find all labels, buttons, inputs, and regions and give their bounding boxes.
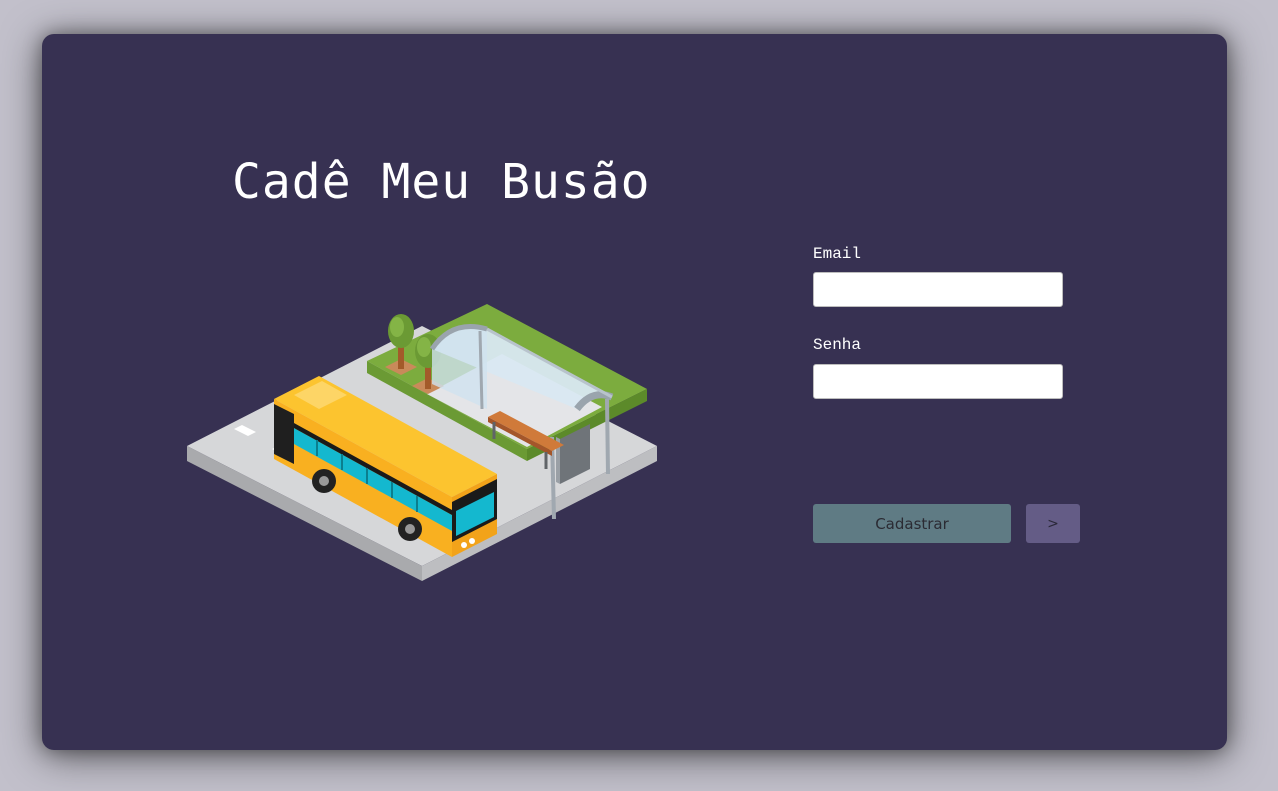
app-title: Cadê Meu Busão (232, 154, 651, 210)
bus-stop-illustration (187, 304, 657, 581)
login-form: Email Senha Cadastrar > (813, 34, 1113, 750)
next-button[interactable]: > (1026, 504, 1080, 543)
email-label: Email (813, 245, 862, 263)
password-field[interactable] (813, 364, 1063, 399)
email-field[interactable] (813, 272, 1063, 307)
login-card: Cadê Meu Busão Email Senha Cadastrar > (42, 34, 1227, 750)
password-label: Senha (813, 336, 862, 354)
register-button[interactable]: Cadastrar (813, 504, 1011, 543)
